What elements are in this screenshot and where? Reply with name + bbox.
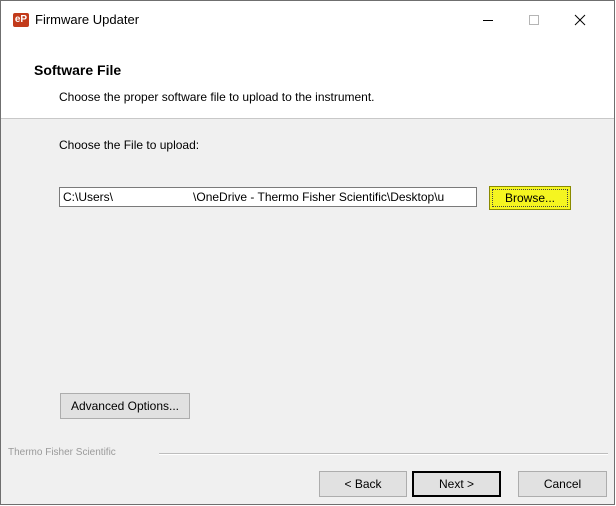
advanced-options-button[interactable]: Advanced Options... <box>60 393 190 419</box>
page-subtitle: Choose the proper software file to uploa… <box>59 90 375 104</box>
window-title: Firmware Updater <box>35 12 140 27</box>
minimize-icon <box>483 19 493 21</box>
file-path-input[interactable] <box>59 187 477 207</box>
app-logo-icon: eP <box>13 13 29 27</box>
maximize-icon <box>529 14 539 25</box>
footer-divider <box>159 453 608 454</box>
maximize-button[interactable] <box>511 1 557 38</box>
footer-brand: Thermo Fisher Scientific <box>8 447 116 458</box>
next-button[interactable]: Next > <box>412 471 501 497</box>
title-bar[interactable]: eP Firmware Updater <box>1 1 614 38</box>
header-divider <box>1 118 614 119</box>
page-title: Software File <box>34 62 122 78</box>
close-button[interactable] <box>557 1 603 38</box>
firmware-updater-window: eP Firmware Updater Software File Choose… <box>0 0 615 505</box>
close-icon <box>574 14 586 25</box>
browse-button[interactable]: Browse... <box>489 186 571 210</box>
minimize-button[interactable] <box>465 1 511 38</box>
cancel-button[interactable]: Cancel <box>518 471 607 497</box>
wizard-header <box>1 38 614 118</box>
back-button[interactable]: < Back <box>319 471 407 497</box>
choose-file-label: Choose the File to upload: <box>59 138 200 152</box>
